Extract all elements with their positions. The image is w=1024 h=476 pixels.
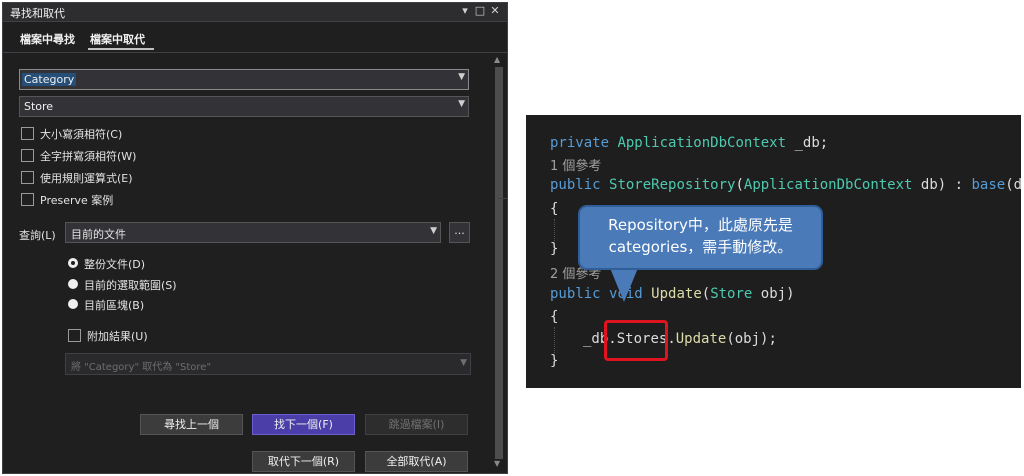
maximize-icon[interactable]: □ [474,4,486,17]
checkbox[interactable] [21,193,34,206]
find-input[interactable]: Category ▼ [19,69,469,90]
identifier: db) : [920,177,972,193]
tab-replace-in-files[interactable]: 檔案中取代 [90,31,145,47]
scope-select[interactable]: 目前的文件 ▼ [65,222,441,243]
panel-titlebar: 尋找和取代 ▾ □ ✕ [3,3,507,22]
chevron-down-icon[interactable]: ▼ [430,226,437,236]
punctuation: (d [1005,177,1021,193]
type-name: ApplicationDbContext [743,177,913,193]
find-previous-button[interactable]: 尋找上一個 [140,414,243,435]
find-next-button[interactable]: 找下一個(F) [252,414,355,435]
keyword: public [550,286,601,302]
punctuation: ( [735,177,744,193]
type-name: ApplicationDbContext [617,135,787,151]
indent-guide [554,327,556,355]
replace-value: Store [24,100,54,113]
divider [3,52,507,53]
find-replace-panel: 尋找和取代 ▾ □ ✕ 檔案中尋找 檔案中取代 Category ▼ Store… [2,2,508,474]
close-icon[interactable]: ✕ [489,4,501,17]
result-summary-text: 將 "Category" 取代為 "Store" [71,362,212,373]
radio-label: 整份文件(D) [84,258,146,271]
punctuation: ( [701,286,711,302]
method-name: Update [675,331,727,347]
active-tab-indicator [88,48,154,50]
identifier: _db; [794,135,829,151]
replace-input[interactable]: Store ▼ [19,96,469,117]
scope-label: 查詢(L) [19,229,56,242]
callout-text: Repository中，此處原先是categories，需手動修改。 [608,216,793,256]
code-brace: } [550,353,559,369]
radio-selected[interactable] [68,258,78,268]
indent-guide [554,219,556,243]
code-line: public StoreRepository(ApplicationDbCont… [550,177,1021,193]
punctuation: . [667,331,676,347]
scope-value: 目前的文件 [71,228,126,241]
identifier: obj) [760,286,795,302]
keyword: public [550,177,601,193]
code-brace: { [550,201,559,217]
checkbox[interactable] [21,149,34,162]
result-summary-select: 將 "Category" 取代為 "Store" ▼ [65,353,471,375]
chevron-down-icon[interactable]: ▼ [458,99,465,109]
option-label: 附加結果(U) [87,330,148,343]
checkbox[interactable] [21,171,34,184]
method-name: Update [651,286,702,302]
option-label: 使用規則運算式(E) [40,172,133,185]
highlight-box [604,320,668,361]
code-brace: { [550,309,559,325]
divider [498,198,508,199]
radio[interactable] [68,299,78,309]
checkbox[interactable] [68,329,81,342]
chevron-down-icon: ▼ [460,358,467,368]
radio-label: 目前的選取範圍(S) [84,279,177,292]
dropdown-icon[interactable]: ▾ [459,4,471,17]
skip-file-button[interactable]: 跳過檔案(I) [365,414,468,435]
keyword: private [550,135,610,151]
reference-count: 1 個參考 [550,159,602,174]
callout-pointer [610,268,638,302]
find-value: Category [22,73,77,86]
identifier: (obj); [726,331,777,347]
scroll-down-icon[interactable]: ▼ [494,459,500,468]
vertical-scrollbar[interactable]: ▲ ▼ [492,53,506,473]
radio[interactable] [68,279,78,289]
code-line: private ApplicationDbContext _db; [550,135,828,151]
panel-title: 尋找和取代 [10,7,65,20]
replace-all-button[interactable]: 全部取代(A) [365,451,468,472]
option-label: Preserve 案例 [40,194,114,207]
type-name: Store [710,286,753,302]
replace-next-button[interactable]: 取代下一個(R) [252,451,355,472]
code-brace: } [550,241,559,257]
option-label: 大小寫須相符(C) [40,128,123,141]
keyword: base [971,177,1006,193]
scroll-thumb[interactable] [495,67,503,459]
scope-browse-button[interactable]: ... [449,222,470,243]
type-name: StoreRepository [609,177,736,193]
checkbox[interactable] [21,127,34,140]
tab-find-in-files[interactable]: 檔案中尋找 [20,31,75,47]
radio-label: 目前區塊(B) [84,299,145,312]
chevron-down-icon[interactable]: ▼ [458,72,465,82]
option-label: 全字拼寫須相符(W) [40,150,137,163]
code-line: public void Update(Store obj) [550,286,795,302]
scroll-up-icon[interactable]: ▲ [494,55,500,64]
tab-strip: 檔案中尋找 檔案中取代 [3,22,507,52]
